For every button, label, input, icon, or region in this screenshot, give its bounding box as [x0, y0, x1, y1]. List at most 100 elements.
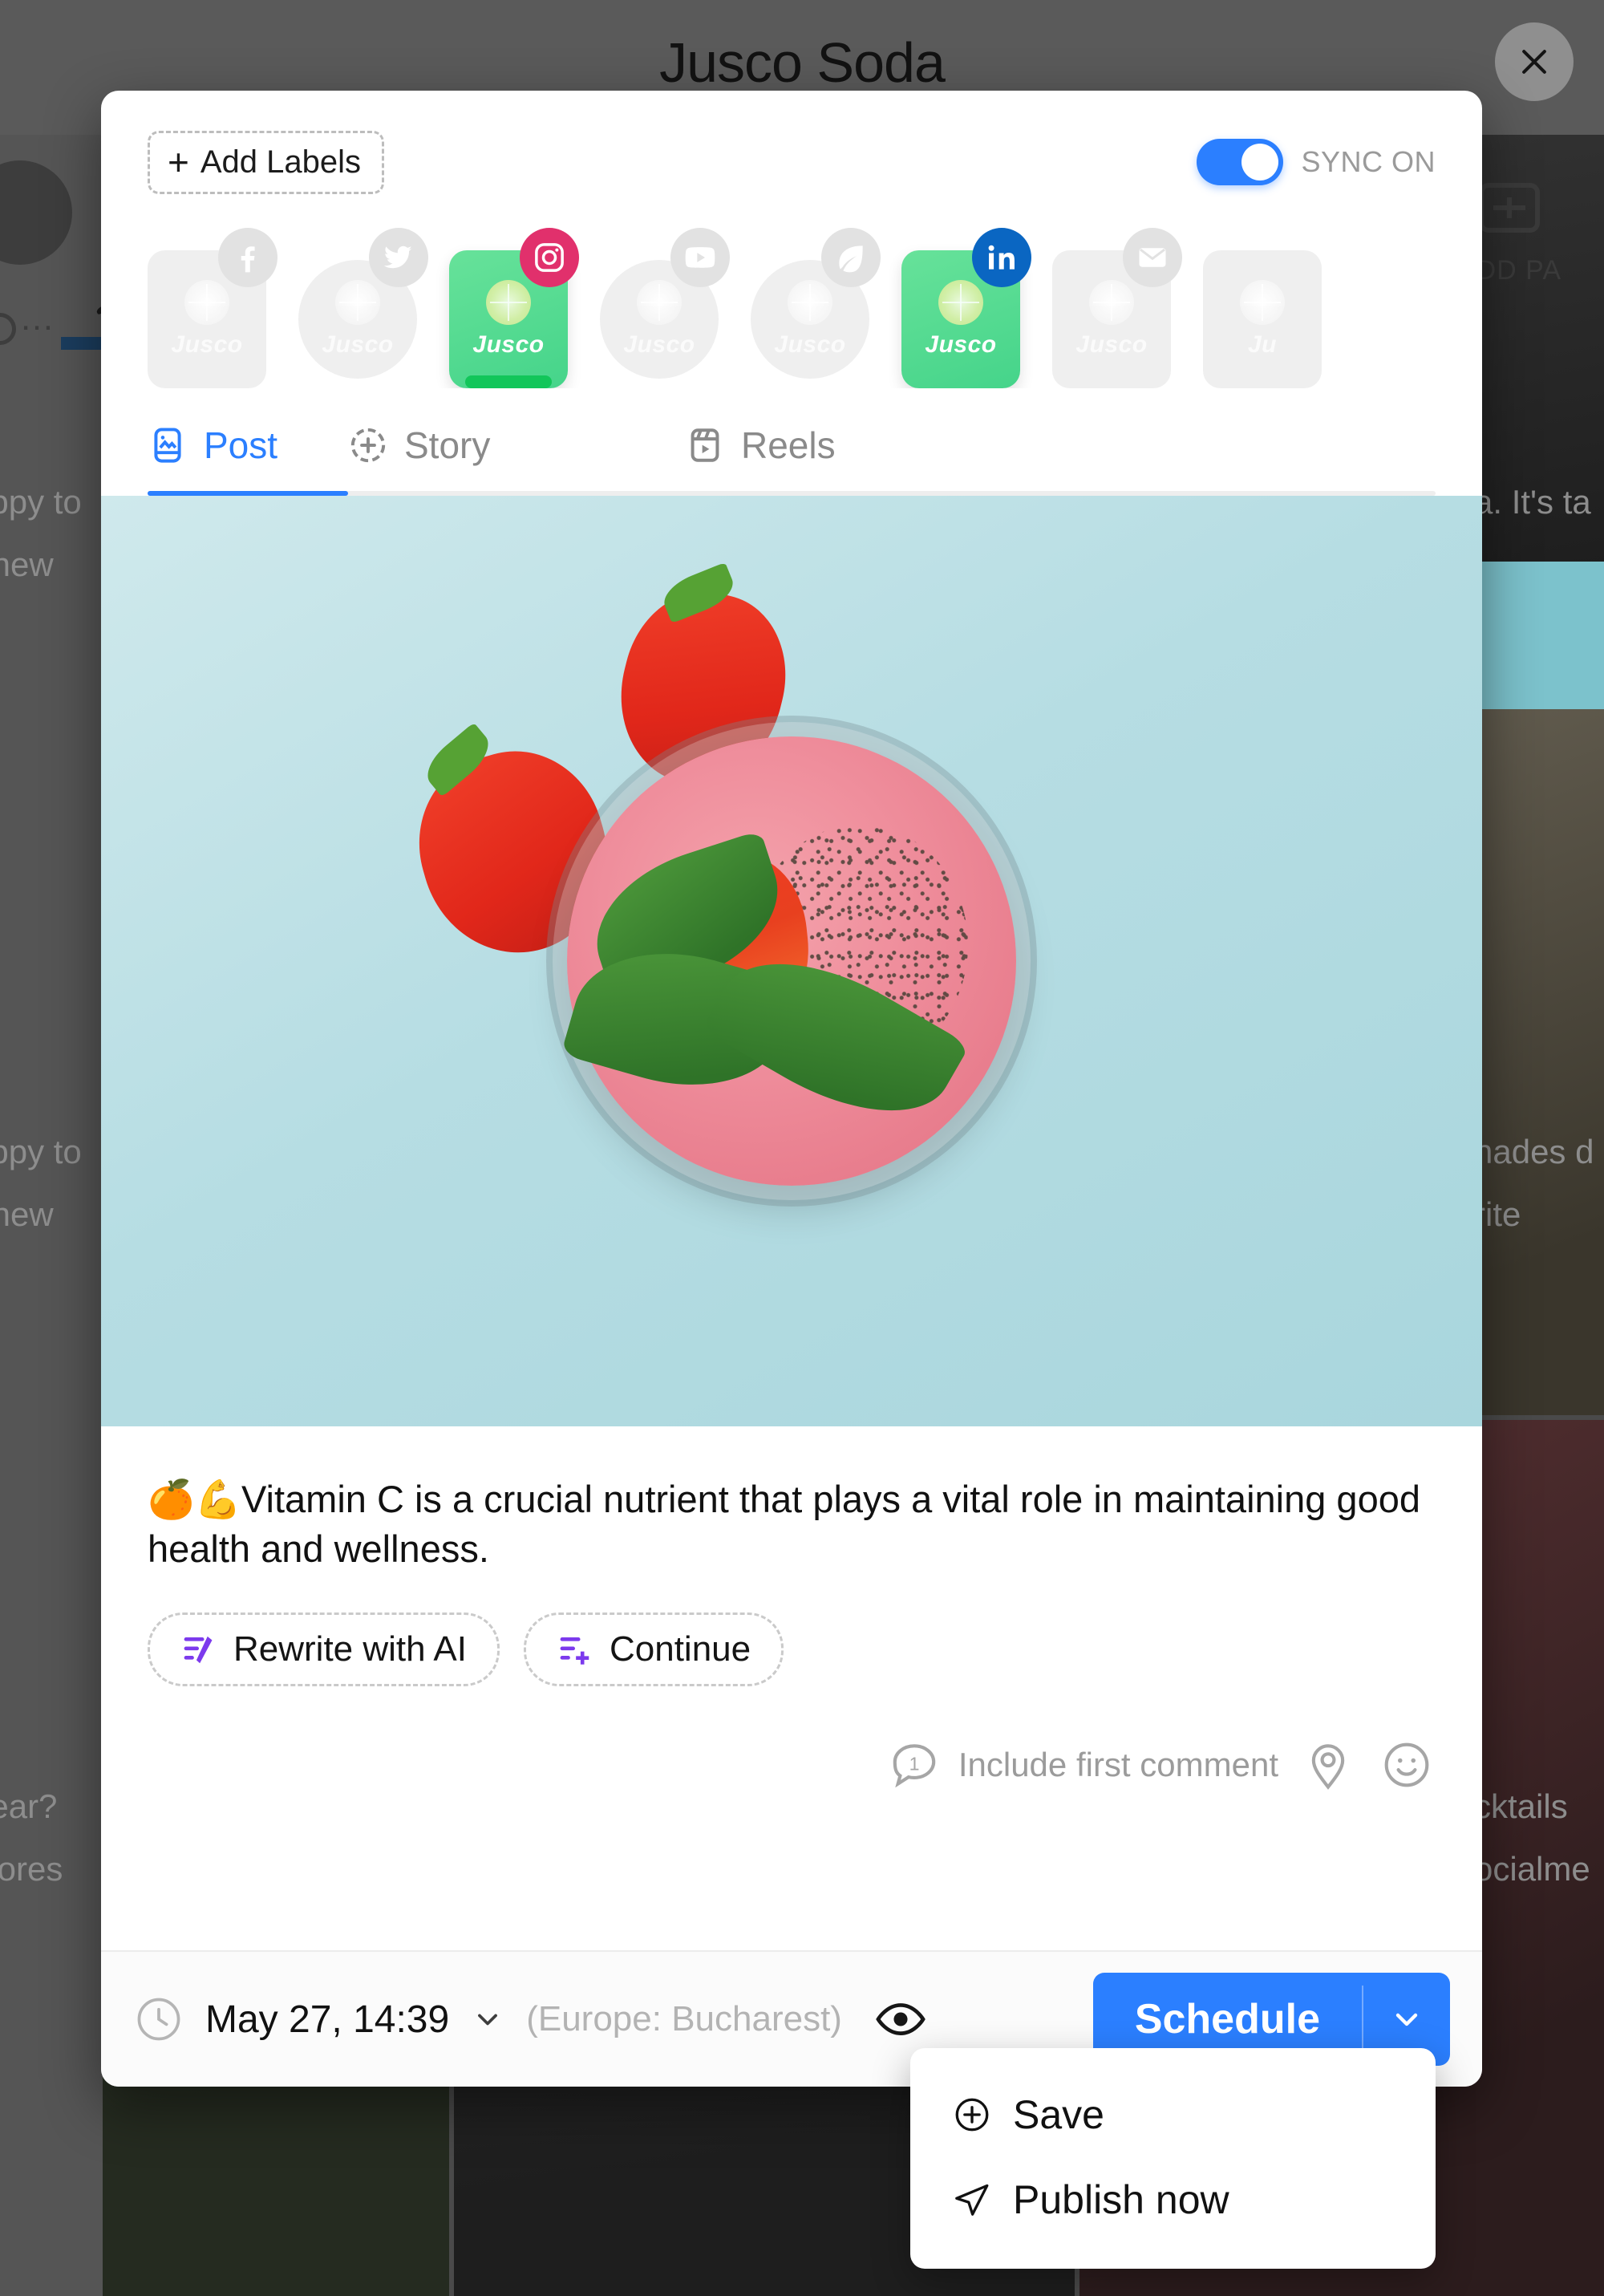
ai-actions: Rewrite with AI Continue: [148, 1612, 1436, 1687]
envelope-icon: [1123, 228, 1182, 287]
lime-logo-icon: [486, 280, 531, 325]
background-text: appy to: [0, 483, 82, 521]
clock-icon: [137, 1998, 180, 2041]
account-chip-tiktok[interactable]: Jusco: [751, 228, 881, 379]
account-chip-email[interactable]: Jusco: [1052, 228, 1182, 388]
background-text: cktails: [1474, 1787, 1568, 1825]
plus-box-icon: [1479, 183, 1540, 233]
account-name: Jusco: [322, 331, 394, 358]
caption-text[interactable]: 🍊💪Vitamin C is a crucial nutrient that p…: [148, 1475, 1436, 1574]
leaf-icon: [821, 228, 881, 287]
tab-story-label: Story: [404, 424, 491, 466]
tab-reels-label: Reels: [741, 424, 836, 466]
smoothie-glass-shape: [561, 736, 1016, 1186]
lime-logo-icon: [335, 280, 380, 325]
add-location-button[interactable]: [1299, 1736, 1357, 1794]
sync-control[interactable]: SYNC ON: [1197, 139, 1436, 185]
sync-toggle[interactable]: [1197, 139, 1284, 185]
menu-item-publish-now[interactable]: Publish now: [910, 2157, 1436, 2242]
twitter-icon: [369, 228, 428, 287]
account-chip-linkedin[interactable]: Jusco: [901, 228, 1031, 388]
account-chip-twitter[interactable]: Jusco: [298, 228, 428, 379]
background-overflow-menu[interactable]: …: [19, 298, 57, 339]
schedule-dropdown-menu: Save Publish now: [910, 2048, 1436, 2269]
lime-logo-icon: [637, 280, 682, 325]
facebook-icon: [218, 228, 277, 287]
tab-post[interactable]: Post: [148, 424, 348, 496]
tab-post-label: Post: [204, 424, 278, 466]
image-post-icon: [154, 428, 181, 463]
selected-indicator: [465, 375, 552, 388]
sync-label: SYNC ON: [1301, 145, 1436, 178]
add-emoji-button[interactable]: [1378, 1736, 1436, 1794]
youtube-icon: [670, 228, 730, 287]
lime-logo-icon: [1240, 280, 1285, 325]
account-name: Jusco: [171, 331, 243, 358]
include-first-comment-button[interactable]: 1 Include first comment: [888, 1738, 1278, 1791]
background-text: stores: [0, 1850, 63, 1888]
timezone-label: (Europe: Bucharest): [526, 1999, 842, 2038]
account-name: Jusco: [1075, 331, 1148, 358]
include-first-comment-label: Include first comment: [958, 1746, 1278, 1784]
background-text: a. It's ta: [1474, 483, 1591, 521]
schedule-button-label: Schedule: [1134, 1996, 1320, 2042]
account-name: Jusco: [472, 331, 545, 358]
lime-logo-icon: [184, 280, 229, 325]
rewrite-with-ai-label: Rewrite with AI: [233, 1629, 467, 1669]
reels-icon: [691, 428, 719, 462]
close-icon: [1522, 50, 1546, 74]
media-preview[interactable]: [101, 496, 1482, 1426]
add-labels-label: Add Labels: [200, 144, 362, 180]
account-name: Jusco: [925, 331, 997, 358]
lime-logo-icon: [1089, 280, 1134, 325]
account-chip-youtube[interactable]: Jusco: [600, 228, 730, 379]
tab-story[interactable]: Story: [348, 424, 685, 496]
add-labels-button[interactable]: + Add Labels: [148, 131, 385, 194]
svg-text:1: 1: [909, 1753, 919, 1774]
lime-logo-icon: [788, 280, 832, 325]
caption-meta-row: 1 Include first comment: [148, 1736, 1436, 1794]
chevron-down-icon: [1395, 2013, 1418, 2026]
instagram-icon: [520, 228, 579, 287]
ai-rewrite-icon: [184, 1636, 213, 1664]
account-chip-facebook[interactable]: Jusco: [148, 228, 277, 388]
menu-item-save-label: Save: [1013, 2092, 1104, 2137]
tab-reels[interactable]: Reels: [685, 424, 1022, 496]
linkedin-icon: [972, 228, 1031, 287]
send-icon: [955, 2184, 989, 2216]
close-button[interactable]: [1495, 22, 1574, 101]
background-text: ocialme: [1474, 1850, 1590, 1888]
eye-icon[interactable]: [874, 1993, 927, 2046]
continue-button[interactable]: Continue: [523, 1612, 784, 1687]
account-name: Jusco: [623, 331, 695, 358]
account-selector: Jusco Jusco Jusco Jusco Jusco Jusco Jusc…: [101, 194, 1482, 388]
menu-item-publish-now-label: Publish now: [1013, 2177, 1229, 2222]
plus-circle-icon: [955, 2098, 989, 2132]
post-composer-modal: + Add Labels SYNC ON Jusco Jusco Jusco J…: [101, 91, 1482, 2087]
avatar: Ju: [1203, 250, 1322, 388]
background-text: hades d: [1474, 1133, 1594, 1170]
continue-label: Continue: [609, 1629, 751, 1669]
plus-icon: +: [168, 141, 189, 184]
background-text: r new: [0, 546, 54, 583]
background-text: near?: [0, 1787, 58, 1825]
menu-item-save[interactable]: Save: [910, 2072, 1436, 2157]
lime-logo-icon: [938, 280, 983, 325]
schedule-date[interactable]: May 27, 14:39: [205, 1998, 449, 2042]
page-title: Jusco Soda: [659, 31, 946, 94]
account-name: Ju: [1247, 331, 1277, 358]
location-pin-icon: [1311, 1744, 1345, 1790]
story-plus-icon: [350, 428, 386, 463]
account-chip-overflow[interactable]: Ju: [1203, 228, 1322, 388]
composer-header: + Add Labels SYNC ON: [101, 91, 1482, 194]
account-chip-instagram[interactable]: Jusco: [449, 228, 579, 388]
account-name: Jusco: [774, 331, 846, 358]
rewrite-with-ai-button[interactable]: Rewrite with AI: [148, 1612, 500, 1687]
background-text: r new: [0, 1195, 54, 1233]
caption-area: 🍊💪Vitamin C is a crucial nutrient that p…: [101, 1426, 1482, 1950]
comment-bubble-icon: 1: [888, 1738, 941, 1791]
emoji-smiley-icon: [1384, 1742, 1429, 1787]
chevron-down-icon[interactable]: [470, 2002, 505, 2037]
background-text: appy to: [0, 1133, 82, 1170]
ai-continue-icon: [560, 1637, 589, 1665]
